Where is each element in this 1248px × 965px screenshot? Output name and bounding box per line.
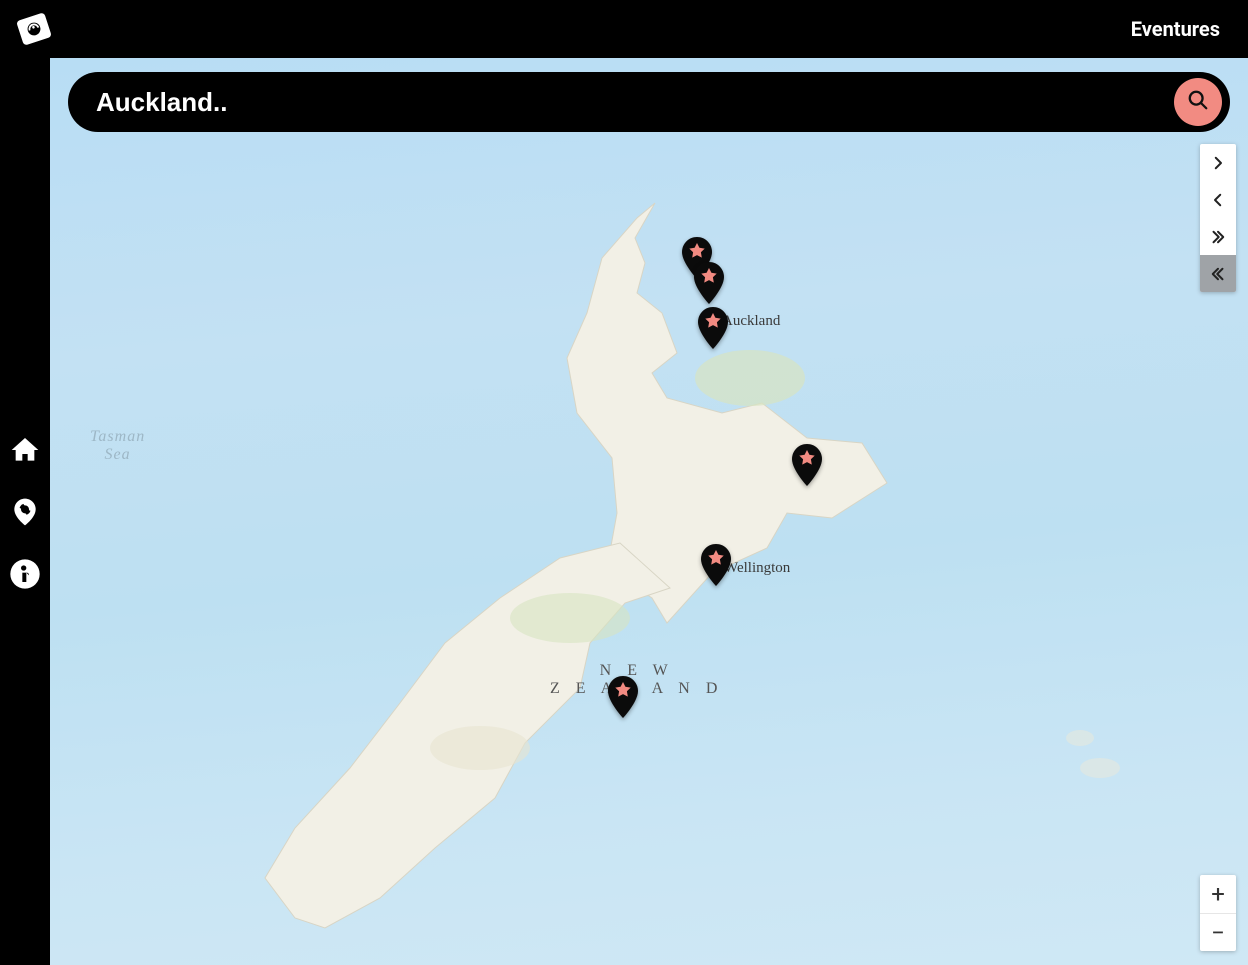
map-nav-panel <box>1200 144 1236 292</box>
map-canvas[interactable]: TasmanSea Auckland Wellington N E WZ E A… <box>50 58 1248 965</box>
brand-name[interactable]: Eventures <box>1131 17 1220 41</box>
home-icon[interactable] <box>8 433 42 467</box>
app-header: Eventures <box>0 0 1248 58</box>
search-icon <box>1187 89 1209 115</box>
double-chevron-left-icon[interactable] <box>1200 255 1236 292</box>
map-pin-auckland[interactable] <box>698 307 728 349</box>
zoom-in-button[interactable]: + <box>1200 875 1236 913</box>
map-pin-auckland-n[interactable] <box>694 262 724 304</box>
search-button[interactable] <box>1174 78 1222 126</box>
map-terrain <box>50 58 1248 965</box>
info-icon[interactable] <box>8 557 42 591</box>
map-label-auckland: Auckland <box>722 313 780 330</box>
map-pin-wellington[interactable] <box>701 544 731 586</box>
map-label-wellington: Wellington <box>724 560 790 577</box>
zoom-out-button[interactable]: − <box>1200 913 1236 951</box>
zoom-control: + − <box>1200 875 1236 951</box>
map-pin-gisborne[interactable] <box>792 444 822 486</box>
map-label-tasman-sea: TasmanSea <box>90 428 145 464</box>
chevron-right-icon[interactable] <box>1200 144 1236 181</box>
chevron-left-icon[interactable] <box>1200 181 1236 218</box>
logo-icon[interactable] <box>4 0 64 59</box>
left-sidebar <box>0 58 50 965</box>
location-pin-icon[interactable] <box>8 495 42 529</box>
map-pin-christchurch[interactable] <box>608 676 638 718</box>
search-bar <box>68 72 1230 132</box>
search-input[interactable] <box>96 87 1174 118</box>
double-chevron-right-icon[interactable] <box>1200 218 1236 255</box>
